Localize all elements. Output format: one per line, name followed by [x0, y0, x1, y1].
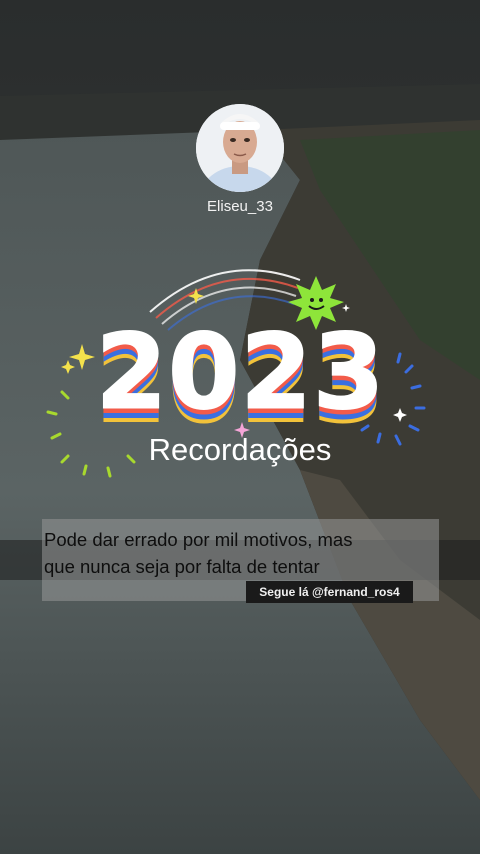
year-2023-logo: 2023 2023 2023 2023	[95, 311, 385, 441]
quote-line-1: Pode dar errado por mil motivos, mas	[44, 529, 353, 550]
quote-line-2: que nunca seja por falta de tentar	[44, 556, 320, 577]
credit-tag[interactable]: Segue lá @fernand_ros4	[246, 581, 413, 603]
recordacoes-title: Recordações	[148, 432, 332, 467]
story-screen: Eliseu_33 2023 2023 2023 2023 Recordaçõe…	[0, 0, 480, 854]
svg-text:2023: 2023	[95, 311, 384, 433]
quote-caption-text: Pode dar errado por mil motivos, mas que…	[44, 526, 439, 580]
